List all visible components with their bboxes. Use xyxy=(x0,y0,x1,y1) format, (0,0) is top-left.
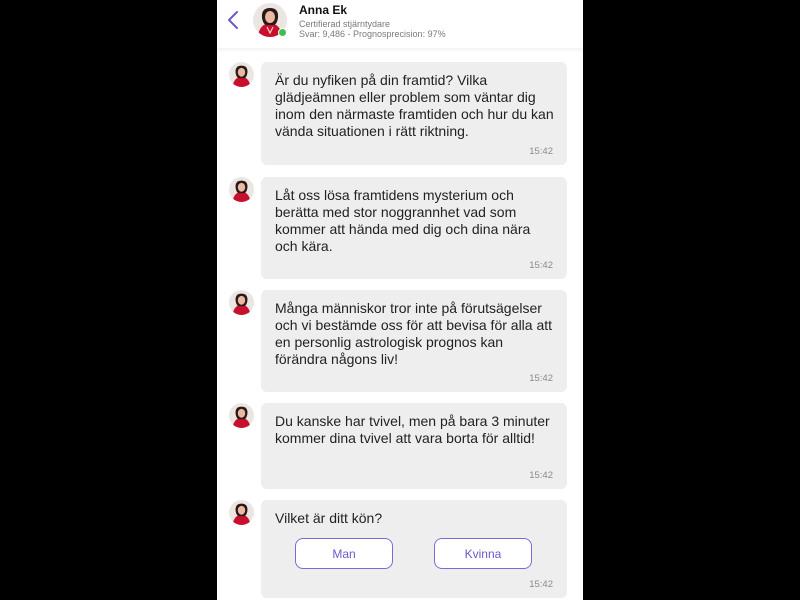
message-text: Vilket är ditt kön? xyxy=(275,510,383,526)
message-avatar xyxy=(229,290,254,315)
question-bubble: Vilket är ditt kön? Man Kvinna 15:42 xyxy=(261,500,567,598)
message-bubble: Du kanske har tvivel, men på bara 3 minu… xyxy=(261,403,567,489)
gender-option-kvinna[interactable]: Kvinna xyxy=(434,538,532,569)
advisor-name: Anna Ek xyxy=(299,3,348,17)
chevron-left-icon xyxy=(228,11,238,29)
message-text: Många människor tror inte på förutsägels… xyxy=(275,300,553,367)
message-time: 15:42 xyxy=(529,146,553,157)
back-button[interactable] xyxy=(223,8,243,32)
chat-screen: Anna Ek Certifierad stjärntydare Svar: 9… xyxy=(217,0,583,600)
message-text: Låt oss lösa framtidens mysterium och be… xyxy=(275,187,531,254)
gender-option-man[interactable]: Man xyxy=(295,538,393,569)
message-text: Är du nyfiken på din framtid? Vilka gläd… xyxy=(275,72,554,139)
message-avatar xyxy=(229,62,254,87)
message-bubble: Låt oss lösa framtidens mysterium och be… xyxy=(261,177,567,279)
online-status-dot xyxy=(278,28,287,37)
message-avatar xyxy=(229,500,254,525)
advisor-stats: Svar: 9,486 - Prognosprecision: 97% xyxy=(299,29,446,39)
chat-header: Anna Ek Certifierad stjärntydare Svar: 9… xyxy=(217,0,583,48)
message-time: 15:42 xyxy=(529,470,553,481)
message-list[interactable]: Är du nyfiken på din framtid? Vilka gläd… xyxy=(217,48,583,600)
message-time: 15:42 xyxy=(529,579,553,590)
message-time: 15:42 xyxy=(529,260,553,271)
message-bubble: Är du nyfiken på din framtid? Vilka gläd… xyxy=(261,62,567,165)
message-avatar xyxy=(229,403,254,428)
message-text: Du kanske har tvivel, men på bara 3 minu… xyxy=(275,413,550,446)
message-time: 15:42 xyxy=(529,373,553,384)
message-avatar xyxy=(229,177,254,202)
advisor-role: Certifierad stjärntydare xyxy=(299,19,391,29)
message-bubble: Många människor tror inte på förutsägels… xyxy=(261,290,567,392)
